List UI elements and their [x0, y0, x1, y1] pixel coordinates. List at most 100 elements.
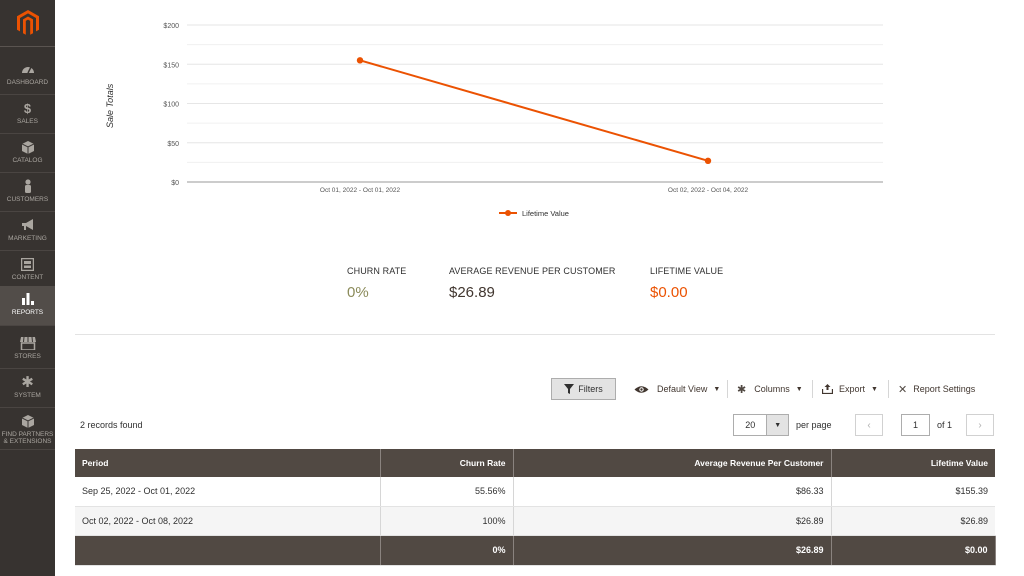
chevron-right-icon: › — [978, 419, 982, 431]
export-label: Export — [839, 384, 866, 394]
columns-label: Columns — [754, 384, 790, 394]
export-icon — [822, 384, 833, 394]
x-tick-label: Oct 01, 2022 - Oct 01, 2022 — [320, 187, 401, 194]
churn-rate-value: 0% — [347, 284, 369, 301]
y-axis-title: Sale Totals — [105, 83, 115, 128]
sidebar-item-catalog[interactable]: CATALOG — [0, 134, 55, 173]
per-page-label: per page — [796, 420, 832, 430]
column-header-period[interactable]: Period — [75, 449, 381, 477]
person-icon — [23, 178, 33, 194]
sidebar-item-label: CONTENT — [11, 274, 44, 281]
next-page-button[interactable]: › — [966, 414, 994, 436]
y-tick-label: $50 — [167, 141, 179, 148]
sidebar-item-dashboard[interactable]: DASHBOARD — [0, 56, 55, 95]
sidebar-item-stores[interactable]: STORES — [0, 330, 55, 369]
sidebar-item-label: CUSTOMERS — [6, 196, 49, 203]
page-total: of 1 — [937, 420, 953, 430]
sidebar-item-label: MARKETING — [8, 235, 47, 242]
cell-churn-rate: 100% — [380, 506, 514, 536]
arpc-label: AVERAGE REVENUE PER CUSTOMER — [449, 266, 616, 276]
store-icon — [19, 335, 36, 351]
column-header-churn-rate[interactable]: Churn Rate — [380, 449, 514, 477]
cell-lifetime-value: $26.89 — [831, 506, 995, 536]
sidebar-item-content[interactable]: CONTENT — [0, 251, 55, 290]
sidebar-item-label: STORES — [14, 353, 41, 360]
cell-lifetime-value: $155.39 — [831, 477, 995, 507]
sidebar-item-label: SALES — [17, 118, 38, 125]
column-header-lifetime-value[interactable]: Lifetime Value — [831, 449, 995, 477]
report-settings-button[interactable]: ✕ Report Settings — [898, 378, 975, 400]
legend-swatch-point — [505, 210, 511, 216]
grid-toolbar: Filters Default View ▼ ✱ Columns ▼ Expor… — [0, 378, 1024, 402]
cell-arpc: $86.33 — [513, 477, 832, 507]
y-tick-label: $200 — [163, 23, 179, 30]
previous-page-button[interactable]: ‹ — [855, 414, 883, 436]
filters-label: Filters — [578, 384, 603, 394]
cell-churn-rate: 55.56% — [380, 477, 514, 507]
sale-totals-chart: $0 $50 $100 $150 $200 Oct 01, 2022 - Oct 01, … — [75, 0, 995, 230]
sidebar-item-label: REPORTS — [11, 309, 44, 316]
dashboard-icon — [21, 61, 35, 77]
chevron-left-icon: ‹ — [867, 419, 871, 431]
chart-canvas: $0 $50 $100 $150 $200 Oct 01, 2022 - Oct 01, … — [163, 23, 883, 218]
filters-button[interactable]: Filters — [551, 378, 616, 400]
sidebar-item-customers[interactable]: CUSTOMERS — [0, 173, 55, 212]
page-number-input[interactable]: 1 — [901, 414, 930, 436]
cell-period: Oct 02, 2022 - Oct 08, 2022 — [75, 506, 381, 536]
y-tick-label: $150 — [163, 62, 179, 69]
dollar-icon: $ — [23, 100, 32, 116]
per-page-value: 20 — [745, 420, 756, 430]
funnel-icon — [564, 384, 575, 394]
table-row[interactable]: Sep 25, 2022 - Oct 01, 2022 55.56% $86.3… — [75, 477, 995, 507]
arpc-value: $26.89 — [449, 284, 495, 301]
churn-rate-label: CHURN RATE — [347, 266, 407, 276]
box-icon — [21, 139, 34, 155]
magento-logo-icon — [16, 10, 39, 35]
sidebar-item-reports[interactable]: REPORTS — [0, 286, 55, 326]
caret-down-icon: ▼ — [871, 385, 878, 393]
totals-row: 0% $26.89 $0.00 — [75, 535, 996, 566]
export-dropdown[interactable]: Export ▼ — [822, 378, 878, 400]
eye-icon — [634, 385, 649, 393]
sidebar-item-marketing[interactable]: MARKETING — [0, 212, 55, 251]
default-view-dropdown[interactable]: Default View ▼ — [634, 378, 720, 400]
sidebar-item-sales[interactable]: $ SALES — [0, 95, 55, 134]
lifetime-value-value: $0.00 — [650, 284, 688, 301]
gear-icon: ✱ — [737, 383, 747, 396]
lifetime-value-stat: LIFETIME VALUE $0.00 — [650, 266, 723, 301]
column-header-arpc[interactable]: Average Revenue Per Customer — [513, 449, 832, 477]
megaphone-icon — [21, 217, 35, 233]
section-divider — [75, 334, 995, 335]
cube-icon — [21, 413, 34, 429]
toolbar-separator — [888, 380, 889, 398]
arpc-stat: AVERAGE REVENUE PER CUSTOMER $26.89 — [449, 266, 616, 301]
columns-dropdown[interactable]: ✱ Columns ▼ — [737, 378, 803, 400]
x-tick-label: Oct 02, 2022 - Oct 04, 2022 — [668, 187, 749, 194]
sidebar-item-label: DASHBOARD — [6, 79, 49, 86]
toolbar-separator — [812, 380, 813, 398]
toolbar-separator — [727, 380, 728, 398]
per-page-select[interactable]: 20 ▼ — [733, 414, 789, 436]
legend-label: Lifetime Value — [522, 209, 569, 218]
cell-total-churn-rate: 0% — [380, 535, 514, 566]
magento-logo[interactable] — [0, 0, 55, 47]
caret-down-icon[interactable]: ▼ — [766, 415, 788, 435]
report-settings-label: Report Settings — [913, 384, 976, 394]
bar-chart-icon — [21, 291, 35, 307]
cell-total-arpc: $26.89 — [513, 535, 832, 566]
y-tick-label: $100 — [163, 102, 179, 109]
table-header-row: Period Churn Rate Average Revenue Per Cu… — [75, 449, 995, 477]
layout-icon — [21, 256, 34, 272]
data-point — [704, 157, 712, 165]
data-point — [356, 57, 364, 64]
caret-down-icon: ▼ — [713, 385, 721, 393]
default-view-label: Default View — [657, 384, 708, 394]
tools-icon: ✕ — [898, 383, 908, 396]
churn-rate-stat: CHURN RATE 0% — [347, 266, 406, 301]
table-row[interactable]: Oct 02, 2022 - Oct 08, 2022 100% $26.89 … — [75, 506, 995, 536]
cell-period: Sep 25, 2022 - Oct 01, 2022 — [75, 477, 381, 507]
sidebar-item-find-partners[interactable]: FIND PARTNERS & EXTENSIONS — [0, 408, 55, 450]
lifetime-value-label: LIFETIME VALUE — [650, 266, 724, 276]
report-grid: Period Churn Rate Average Revenue Per Cu… — [75, 449, 996, 566]
cell-total-period — [75, 535, 381, 566]
